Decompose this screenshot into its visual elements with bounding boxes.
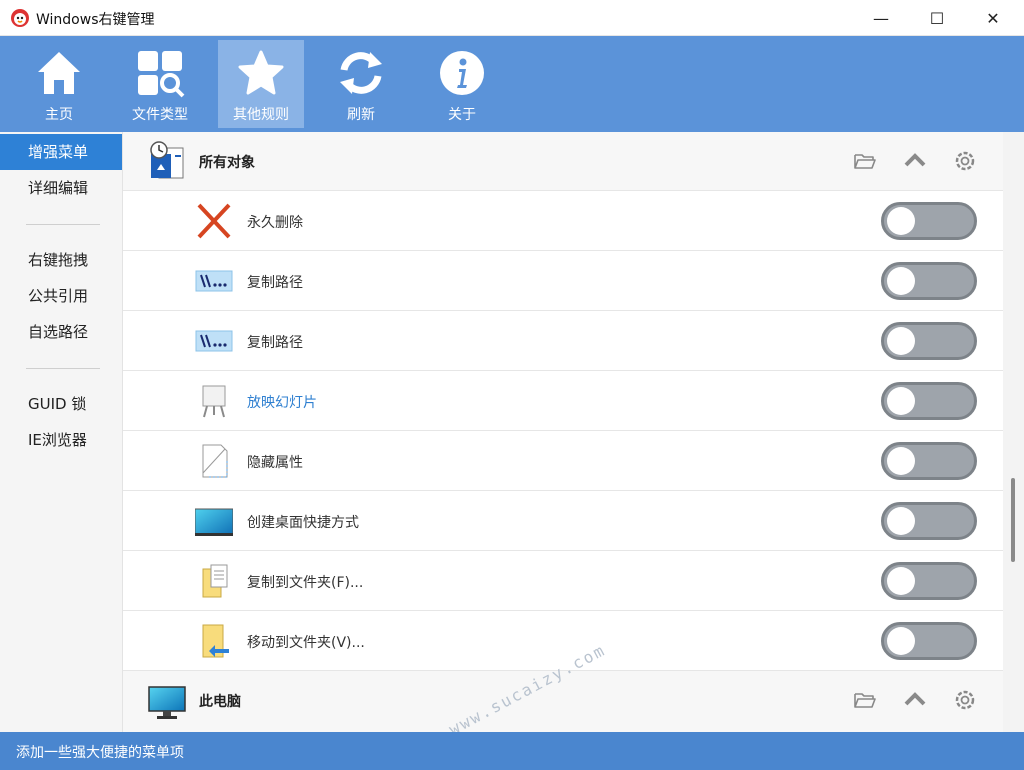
group-header-all-objects: 所有对象	[123, 132, 1003, 191]
sidebar: 增强菜单 详细编辑 右键拖拽 公共引用 自选路径 GUID 锁 IE浏览器	[0, 132, 123, 732]
toggle-knob	[887, 627, 915, 655]
toggle-switch[interactable]	[881, 382, 977, 420]
file-types-icon	[138, 51, 185, 98]
toggle-knob	[887, 567, 915, 595]
sidebar-divider	[26, 368, 100, 369]
toggle-knob	[887, 207, 915, 235]
list-item: 复制路径	[123, 311, 1003, 371]
minimize-button[interactable]: —	[858, 0, 904, 36]
toolbar-about-button[interactable]: 关于	[419, 40, 505, 128]
gear-icon[interactable]	[952, 688, 978, 712]
toggle-switch[interactable]	[881, 262, 977, 300]
list-item: 复制到文件夹(F)...	[123, 551, 1003, 611]
rules-list: 所有对象 永久删除 复制路径 复制路径 放映幻灯片 隐藏属性 创建桌面快捷方式 …	[123, 132, 1003, 732]
toggle-knob	[887, 507, 915, 535]
item-label: 复制到文件夹(F)...	[247, 575, 364, 591]
toggle-switch[interactable]	[881, 562, 977, 600]
maximize-button[interactable]: ☐	[914, 0, 960, 36]
item-label: 移动到文件夹(V)...	[247, 635, 365, 651]
list-item: 创建桌面快捷方式	[123, 491, 1003, 551]
scrollbar-thumb[interactable]	[1011, 478, 1015, 562]
hidden-file-icon	[202, 444, 228, 478]
toggle-knob	[887, 387, 915, 415]
sidebar-item-ie-browser[interactable]: IE浏览器	[0, 422, 122, 458]
open-folder-icon[interactable]	[852, 688, 878, 712]
toolbar-home-button[interactable]: 主页	[16, 40, 102, 128]
delete-x-icon	[197, 203, 231, 239]
sidebar-divider	[26, 224, 100, 225]
toggle-switch[interactable]	[881, 202, 977, 240]
computer-icon	[148, 686, 186, 719]
maximize-icon: ☐	[929, 8, 945, 28]
toolbar-label: 关于	[448, 107, 476, 123]
toggle-switch[interactable]	[881, 502, 977, 540]
toolbar-other-rules-button[interactable]: 其他规则	[218, 40, 304, 128]
toggle-switch[interactable]	[881, 622, 977, 660]
window-title: Windows右键管理	[36, 12, 155, 28]
slideshow-icon	[202, 385, 226, 418]
toggle-knob	[887, 327, 915, 355]
title-bar: Windows右键管理 — ☐ ✕	[0, 0, 1024, 36]
toolbar-file-types-button[interactable]: 文件类型	[117, 40, 203, 128]
item-label: 创建桌面快捷方式	[247, 515, 359, 531]
collapse-up-icon[interactable]	[902, 688, 928, 712]
list-item: 放映幻灯片	[123, 371, 1003, 431]
close-icon: ✕	[986, 8, 1000, 28]
copy-to-folder-icon	[202, 564, 228, 598]
toggle-switch[interactable]	[881, 322, 977, 360]
path-icon	[195, 270, 233, 292]
toolbar-label: 其他规则	[233, 107, 289, 123]
path-icon	[195, 330, 233, 352]
sidebar-item-detailed-edit[interactable]: 详细编辑	[0, 170, 122, 206]
item-label: 复制路径	[247, 335, 303, 351]
toolbar: 主页 文件类型 其他规则 刷新 关于	[0, 36, 1024, 132]
sidebar-item-right-drag[interactable]: 右键拖拽	[0, 242, 122, 278]
status-text: 添加一些强大便捷的菜单项	[16, 745, 184, 761]
item-label: 复制路径	[247, 275, 303, 291]
sidebar-item-enhanced-menu[interactable]: 增强菜单	[0, 134, 122, 170]
star-icon	[238, 50, 284, 95]
sidebar-item-custom-path[interactable]: 自选路径	[0, 314, 122, 350]
refresh-icon	[340, 52, 382, 94]
desktop-shortcut-icon	[195, 508, 233, 536]
item-label: 放映幻灯片	[247, 395, 317, 411]
app-logo-icon	[11, 9, 29, 27]
toolbar-label: 文件类型	[132, 107, 188, 123]
open-folder-icon[interactable]	[852, 149, 878, 173]
sidebar-item-public-refs[interactable]: 公共引用	[0, 278, 122, 314]
all-objects-icon	[150, 141, 184, 179]
toolbar-label: 刷新	[347, 107, 375, 123]
group-title: 所有对象	[199, 155, 255, 171]
item-label: 永久删除	[247, 215, 303, 231]
move-to-folder-icon	[202, 624, 229, 658]
toolbar-refresh-button[interactable]: 刷新	[318, 40, 404, 128]
list-item: 隐藏属性	[123, 431, 1003, 491]
close-button[interactable]: ✕	[970, 0, 1016, 36]
collapse-up-icon[interactable]	[902, 149, 928, 173]
list-item: 永久删除	[123, 191, 1003, 251]
toggle-knob	[887, 447, 915, 475]
vertical-scrollbar[interactable]	[1003, 132, 1024, 732]
info-icon	[440, 51, 484, 95]
list-item: 复制路径	[123, 251, 1003, 311]
item-label: 隐藏属性	[247, 455, 303, 471]
minimize-icon: —	[873, 8, 889, 28]
home-icon	[38, 52, 80, 94]
toggle-switch[interactable]	[881, 442, 977, 480]
toolbar-label: 主页	[45, 107, 73, 123]
status-bar: 添加一些强大便捷的菜单项	[0, 732, 1024, 770]
sidebar-item-guid-lock[interactable]: GUID 锁	[0, 386, 122, 422]
toggle-knob	[887, 267, 915, 295]
group-title: 此电脑	[199, 694, 241, 710]
gear-icon[interactable]	[952, 149, 978, 173]
